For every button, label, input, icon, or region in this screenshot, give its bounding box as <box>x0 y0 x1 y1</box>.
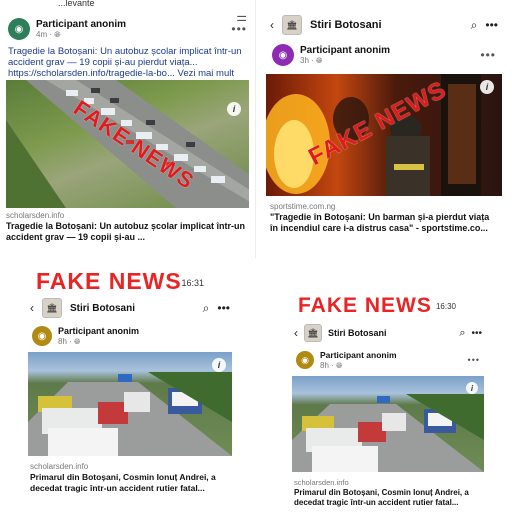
post-time: 8h <box>58 337 67 346</box>
chevron-left-icon[interactable]: ‹ <box>30 301 34 315</box>
post-image[interactable]: FAKE NEWS i <box>6 80 249 208</box>
page-name[interactable]: Stiri Botosani <box>328 328 387 338</box>
post-time: 3h <box>300 56 309 65</box>
link-title[interactable]: Tragedie la Botoșani: Un autobuz școlar … <box>0 221 255 245</box>
page-name[interactable]: Stiri Botosani <box>70 303 135 314</box>
post-card-1: ...levante ⚌ ◉ Participant anonim 4m · 🌐… <box>0 0 256 258</box>
post-time: 8h <box>320 361 329 370</box>
more-dots-icon[interactable]: ••• <box>468 355 480 365</box>
status-time: 16:30 <box>435 302 456 311</box>
info-icon[interactable]: i <box>227 102 241 116</box>
link-source: scholarsden.info <box>6 211 65 220</box>
more-dots-icon[interactable]: ••• <box>231 22 247 36</box>
poster-name[interactable]: Participant anonim <box>300 45 390 56</box>
link-source: sportstime.com.ng <box>270 202 336 211</box>
link-source: scholarsden.info <box>294 478 349 487</box>
search-icon[interactable]: ⌕ <box>471 18 478 33</box>
avatar[interactable]: ◉ <box>296 351 314 369</box>
fake-news-overlay: FAKE NEWS <box>36 268 182 294</box>
post-card-4: FAKE NEWS 16:30 ‹ 🏛︎ Stiri Botosani ⌕ ••… <box>288 292 488 508</box>
poster-name[interactable]: Participant anonim <box>320 350 397 361</box>
search-icon[interactable]: ⌕ <box>459 327 465 340</box>
post-time: 4m <box>36 30 48 39</box>
top-cut-text: ...levante <box>58 0 95 8</box>
post-card-3: FAKE NEWS 16:31 ‹ 🏛︎ Stiri Botosani ⌕ ••… <box>24 268 236 508</box>
page-header: ‹ 🏛︎ Stiri Botosani ⌕ ••• <box>288 322 488 344</box>
avatar[interactable]: ◉ <box>32 326 52 346</box>
more-dots-icon[interactable]: ••• <box>471 328 482 339</box>
avatar[interactable]: ◉ <box>8 18 30 40</box>
globe-icon: 🌐︎ <box>336 361 343 370</box>
post-header: ◉ Participant anonim 3h · 🌐︎ ••• <box>264 38 504 70</box>
post-caption: Tragedie la Botoșani: Un autobuz școlar … <box>8 46 242 78</box>
info-icon[interactable]: i <box>212 358 226 372</box>
post-header: ◉ Participant anonim 8h · 🌐︎ <box>24 320 236 350</box>
chevron-left-icon[interactable]: ‹ <box>294 326 298 340</box>
post-image[interactable]: i <box>28 352 232 456</box>
chevron-left-icon[interactable]: ‹ <box>270 18 274 32</box>
post-header: ◉ Participant anonim 4m · 🌐︎ ••• <box>0 8 255 44</box>
post-header: ◉ Participant anonim 8h · 🌐︎ ••• <box>288 344 488 374</box>
avatar[interactable]: ◉ <box>272 44 294 66</box>
post-image[interactable]: i <box>292 376 484 472</box>
more-dots-icon[interactable]: ••• <box>480 48 496 62</box>
poster-name[interactable]: Participant anonim <box>58 326 139 337</box>
link-source: scholarsden.info <box>30 462 89 471</box>
filter-icon[interactable]: ⚌ <box>236 10 247 24</box>
post-card-2: ‹ 🏛︎ Stiri Botosani ⌕ ••• ◉ Participant … <box>264 12 504 254</box>
globe-icon: 🌐︎ <box>316 56 323 65</box>
post-image[interactable]: FAKE NEWS i <box>266 74 502 196</box>
link-title[interactable]: Primarul din Botoșani, Cosmin Ionuț Andr… <box>288 488 488 508</box>
link-title[interactable]: Primarul din Botoșani, Cosmin Ionuț Andr… <box>24 472 236 494</box>
globe-icon: 🌐︎ <box>74 337 81 346</box>
road-accident-photo <box>292 394 484 472</box>
link-title[interactable]: "Tragedie în Botoșani: Un barman și-a pi… <box>264 212 504 236</box>
page-avatar[interactable]: 🏛︎ <box>42 298 62 318</box>
fake-news-overlay: FAKE NEWS <box>298 294 432 317</box>
page-header: ‹ 🏛︎ Stiri Botosani ⌕ ••• <box>24 296 236 320</box>
road-accident-photo <box>28 372 232 456</box>
more-dots-icon[interactable]: ••• <box>217 301 230 315</box>
info-icon[interactable]: i <box>466 382 478 394</box>
page-name[interactable]: Stiri Botosani <box>310 19 382 31</box>
globe-icon: 🌐︎ <box>54 30 61 39</box>
poster-name[interactable]: Participant anonim <box>36 19 126 30</box>
status-time: 16:31 <box>181 278 204 288</box>
search-icon[interactable]: ⌕ <box>203 301 210 316</box>
page-avatar[interactable]: 🏛︎ <box>282 15 302 35</box>
info-icon[interactable]: i <box>480 80 494 94</box>
page-header: ‹ 🏛︎ Stiri Botosani ⌕ ••• <box>264 12 504 38</box>
more-dots-icon[interactable]: ••• <box>485 18 498 32</box>
page-avatar[interactable]: 🏛︎ <box>304 324 322 342</box>
